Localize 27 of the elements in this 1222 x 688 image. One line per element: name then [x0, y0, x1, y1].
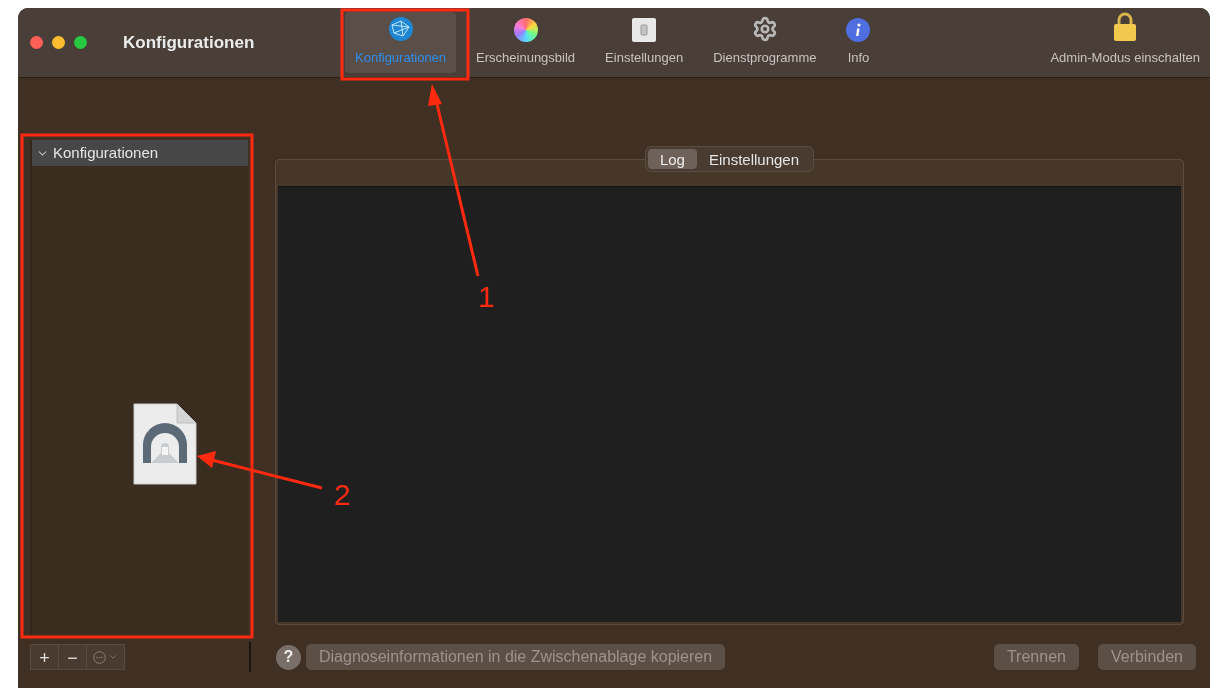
info-icon: [846, 17, 871, 42]
globe-icon: [387, 15, 414, 42]
switch-icon: [632, 17, 657, 42]
toolbar-tab[interactable]: Dienstprogramme: [703, 12, 827, 73]
segment-tab[interactable]: Log: [647, 149, 697, 169]
close-button[interactable]: [30, 36, 43, 49]
remove-button[interactable]: −: [59, 645, 87, 669]
add-button[interactable]: +: [31, 645, 59, 669]
minimize-button[interactable]: [52, 36, 65, 49]
color-wheel-icon: [513, 17, 538, 42]
window-title: Konfigurationen: [123, 31, 255, 54]
caret-icon: [108, 652, 118, 662]
admin-mode-button[interactable]: Admin-Modus einschalten: [1050, 8, 1200, 77]
toolbar-tab[interactable]: Erscheinungsbild: [466, 12, 586, 73]
help-button[interactable]: ?: [276, 644, 301, 670]
toolbar-tab[interactable]: Einstellungen: [595, 12, 694, 73]
settings-icon: [751, 15, 778, 42]
zoom-button[interactable]: [74, 36, 87, 49]
more-icon: [93, 650, 106, 664]
annotation-number: 2: [334, 480, 351, 510]
toolbar-tab[interactable]: Info: [836, 12, 881, 73]
lock-icon: [1113, 11, 1138, 42]
segment-tab[interactable]: Einstellungen: [696, 149, 812, 169]
sidebar-header[interactable]: Konfigurationen: [32, 140, 248, 166]
sidebar-header-label: Konfigurationen: [53, 142, 159, 163]
document-icon: [133, 403, 197, 485]
annotation-number: 1: [478, 282, 495, 312]
